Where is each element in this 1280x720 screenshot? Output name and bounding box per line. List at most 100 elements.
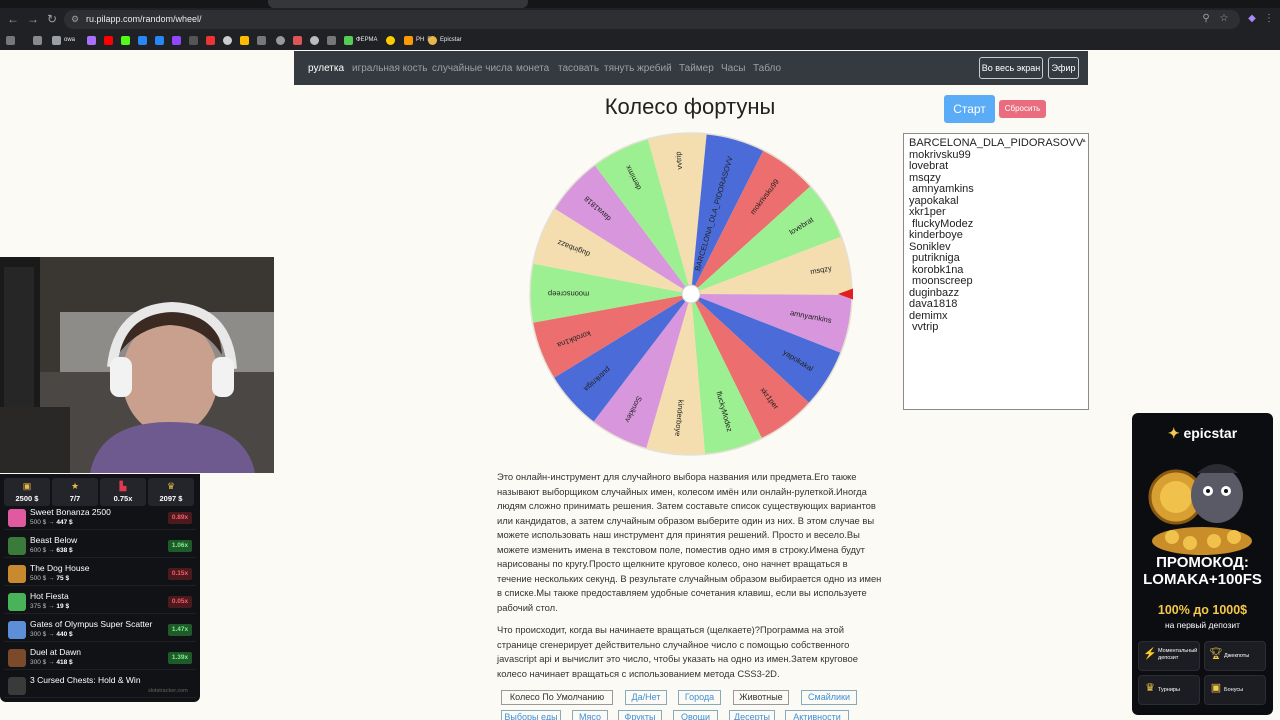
reset-button[interactable]: Сбросить bbox=[999, 100, 1046, 118]
name-line[interactable]: lovebrat bbox=[909, 160, 1083, 173]
slot-multiplier: 0.15x bbox=[168, 568, 192, 580]
bookmark-owa[interactable]: owa bbox=[52, 33, 75, 47]
bookmark-icon[interactable] bbox=[276, 33, 285, 47]
description: Это онлайн-инструмент для случайного выб… bbox=[497, 470, 883, 689]
bookmark-icon[interactable] bbox=[138, 33, 147, 47]
bookmark-ferma[interactable]: ФЕРМА bbox=[344, 33, 378, 47]
nav-timer[interactable]: Таймер bbox=[679, 63, 714, 74]
bookmark-icon[interactable] bbox=[223, 33, 232, 47]
preset-yes-no[interactable]: Да/Нет bbox=[625, 690, 667, 705]
trophy-icon: 🏆︎ bbox=[1209, 648, 1223, 660]
slot-amounts: 300 $ → 418 $ bbox=[30, 659, 73, 666]
fortune-wheel[interactable]: vvtrip BARCELONA_DLA_PIDORASOVV mokrivsku9… bbox=[529, 132, 853, 456]
address-text[interactable]: ru.pilapp.com/random/wheel/ bbox=[86, 11, 202, 27]
back-icon[interactable]: ← bbox=[6, 12, 20, 26]
bookmark-folder-icon[interactable] bbox=[33, 33, 42, 47]
nav-dice[interactable]: игральная кость bbox=[352, 63, 428, 74]
name-line[interactable]: putrikniga bbox=[909, 252, 1083, 265]
bookmark-icon[interactable] bbox=[155, 33, 164, 47]
preset-food[interactable]: Выборы еды bbox=[501, 710, 561, 720]
menu-icon[interactable]: ⋮ bbox=[1262, 12, 1276, 26]
bookmark-icon[interactable] bbox=[206, 33, 215, 47]
address-bar[interactable] bbox=[64, 10, 1240, 29]
page-title: Колесо фортуны bbox=[604, 94, 776, 119]
bookmark-icon[interactable] bbox=[310, 33, 319, 47]
broadcast-button[interactable]: Эфир bbox=[1048, 57, 1079, 79]
preset-animals[interactable]: Животные bbox=[733, 690, 789, 705]
slot-bet: 600 $ bbox=[30, 547, 47, 554]
active-tab[interactable] bbox=[268, 0, 528, 8]
slot-thumbnail bbox=[8, 509, 26, 527]
bookmark-epicstar[interactable]: Epicstar bbox=[428, 33, 462, 47]
name-line[interactable]: BARCELONA_DLA_PIDORASOVV bbox=[909, 137, 1083, 150]
slot-multiplier: 1.06x bbox=[168, 540, 192, 552]
slot-win: 440 $ bbox=[56, 631, 73, 638]
preset-meat[interactable]: Мясо bbox=[572, 710, 608, 720]
nav-scoreboard[interactable]: Табло bbox=[753, 63, 781, 74]
bookmark-icon[interactable] bbox=[293, 33, 302, 47]
zoom-icon[interactable]: ⚲ bbox=[1199, 12, 1213, 26]
stat-average: ▙ 0.75x bbox=[100, 478, 146, 506]
star-icon[interactable]: ☆ bbox=[1217, 12, 1231, 26]
slot-thumbnail bbox=[8, 677, 26, 695]
nav-roulette[interactable]: рулетка bbox=[308, 63, 344, 74]
name-line[interactable]: moonscreep bbox=[909, 275, 1083, 288]
slot-win: 19 $ bbox=[56, 603, 70, 610]
slot-thumbnail bbox=[8, 593, 26, 611]
gift-icon: ▣ bbox=[1210, 682, 1222, 694]
bookmark-icon[interactable] bbox=[386, 33, 395, 47]
promo-bonus: 100% до 1000$ bbox=[1157, 603, 1248, 617]
nav-shuffle[interactable]: тасовать bbox=[558, 63, 599, 74]
name-line[interactable]: amnyamkins bbox=[909, 183, 1083, 196]
arrow-icon: → bbox=[46, 575, 57, 582]
bookmark-icon[interactable] bbox=[327, 33, 336, 47]
preset-vegetables[interactable]: Овощи bbox=[673, 710, 718, 720]
preset-desserts[interactable]: Десерты bbox=[729, 710, 775, 720]
wheel-label: vvtrip bbox=[674, 151, 685, 170]
forward-icon[interactable]: → bbox=[26, 12, 40, 26]
trophy-icon: ♛ bbox=[166, 481, 176, 491]
bookmark-icon[interactable] bbox=[240, 33, 249, 47]
preset-categories: Колесо По Умолчанию Да/Нет Города Животн… bbox=[501, 690, 881, 720]
preset-default[interactable]: Колесо По Умолчанию bbox=[501, 690, 613, 705]
preset-emojis[interactable]: Смайлики bbox=[801, 690, 857, 705]
slots-tracker: ▣ 2500 $ ★ 7/7 ▙ 0.75x ♛ 2097 $ Sweet Bonanz… bbox=[0, 474, 200, 702]
start-button[interactable]: Старт bbox=[944, 95, 995, 123]
preset-activities[interactable]: Активности bbox=[785, 710, 849, 720]
fullscreen-button[interactable]: Во весь экран bbox=[979, 57, 1043, 79]
name-line[interactable]: dava1818 bbox=[909, 298, 1083, 311]
slot-row: The Dog House 500 $ → 75 $ 0.15x bbox=[4, 562, 196, 586]
nav-draw-lots[interactable]: тянуть жребий bbox=[604, 63, 672, 74]
nav-clock[interactable]: Часы bbox=[721, 63, 745, 74]
bookmark-icon[interactable] bbox=[172, 33, 181, 47]
promo-banner[interactable]: ✦ epicstar ПРОМОКОД: LOMAKA+100FS 100% до… bbox=[1132, 413, 1273, 715]
apps-icon[interactable] bbox=[6, 33, 15, 47]
preset-cities[interactable]: Города bbox=[678, 690, 721, 705]
name-line[interactable]: kinderboye bbox=[909, 229, 1083, 242]
slot-bet: 300 $ bbox=[30, 631, 47, 638]
names-textarea[interactable]: ▲ BARCELONA_DLA_PIDORASOVV mokrivsku99 love… bbox=[903, 133, 1089, 410]
bookmark-icon[interactable] bbox=[121, 33, 130, 47]
nav-random-numbers[interactable]: случайные числа bbox=[432, 63, 512, 74]
lightning-icon: ⚡ bbox=[1143, 648, 1157, 660]
bookmark-icon[interactable] bbox=[87, 33, 96, 47]
name-line[interactable]: xkr1per bbox=[909, 206, 1083, 219]
name-line[interactable]: vvtrip bbox=[909, 321, 1083, 334]
bookmark-icon[interactable] bbox=[189, 33, 198, 47]
bookmark-icon[interactable] bbox=[257, 33, 266, 47]
preset-fruits[interactable]: Фрукты bbox=[618, 710, 662, 720]
webcam-overlay bbox=[0, 257, 274, 473]
site-info-icon[interactable]: ⚙ bbox=[71, 14, 81, 24]
slot-bet: 500 $ bbox=[30, 575, 47, 582]
wheel-label: moonscreep bbox=[548, 289, 589, 298]
bookmark-icon[interactable] bbox=[104, 33, 113, 47]
scrollbar[interactable]: ▲ bbox=[1081, 136, 1087, 407]
wheel-hub[interactable] bbox=[681, 284, 701, 304]
reload-icon[interactable]: ↻ bbox=[45, 12, 59, 26]
arrow-icon: → bbox=[46, 603, 57, 610]
slot-thumbnail bbox=[8, 621, 26, 639]
slot-name: 3 Cursed Chests: Hold & Win bbox=[30, 675, 141, 685]
nav-coin[interactable]: монета bbox=[516, 63, 549, 74]
slot-multiplier: 0.89x bbox=[168, 512, 192, 524]
extension-icon[interactable]: ◆ bbox=[1245, 12, 1259, 26]
